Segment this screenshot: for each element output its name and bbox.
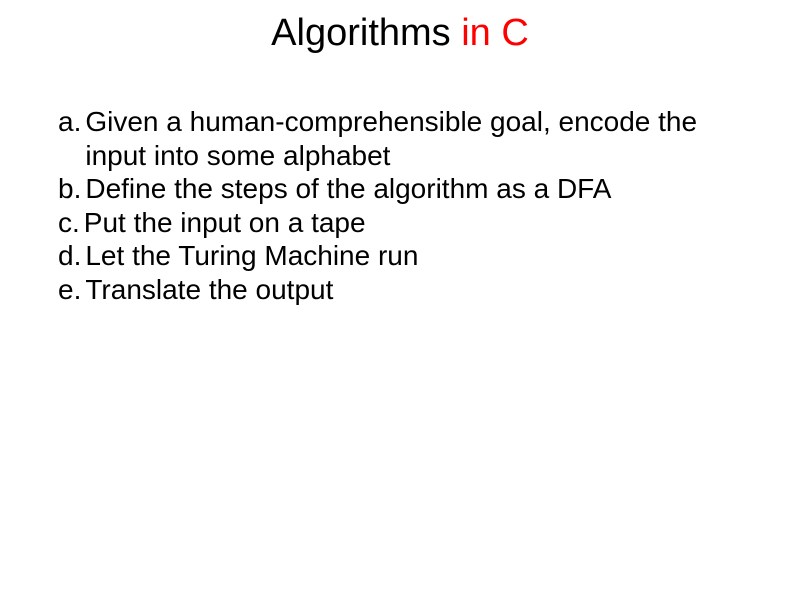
list-item: d. Let the Turing Machine run — [58, 239, 760, 273]
item-label: b. — [58, 172, 85, 206]
list-item: b. Define the steps of the algorithm as … — [58, 172, 760, 206]
slide: Algorithms in C a. Given a human-compreh… — [0, 12, 800, 612]
item-text: Given a human-comprehensible goal, encod… — [85, 105, 760, 172]
item-label: d. — [58, 239, 85, 273]
slide-title: Algorithms in C — [0, 12, 800, 55]
item-label: c. — [58, 206, 84, 240]
list-item: c. Put the input on a tape — [58, 206, 760, 240]
item-text: Translate the output — [85, 273, 760, 307]
item-text: Put the input on a tape — [84, 206, 760, 240]
title-part-2: in C — [461, 12, 529, 54]
item-text: Let the Turing Machine run — [85, 239, 760, 273]
list-item: a. Given a human-comprehensible goal, en… — [58, 105, 760, 172]
item-label: a. — [58, 105, 85, 172]
slide-content: a. Given a human-comprehensible goal, en… — [0, 105, 800, 307]
list-item: e. Translate the output — [58, 273, 760, 307]
title-part-1: Algorithms — [271, 12, 461, 54]
item-text: Define the steps of the algorithm as a D… — [85, 172, 760, 206]
item-label: e. — [58, 273, 85, 307]
